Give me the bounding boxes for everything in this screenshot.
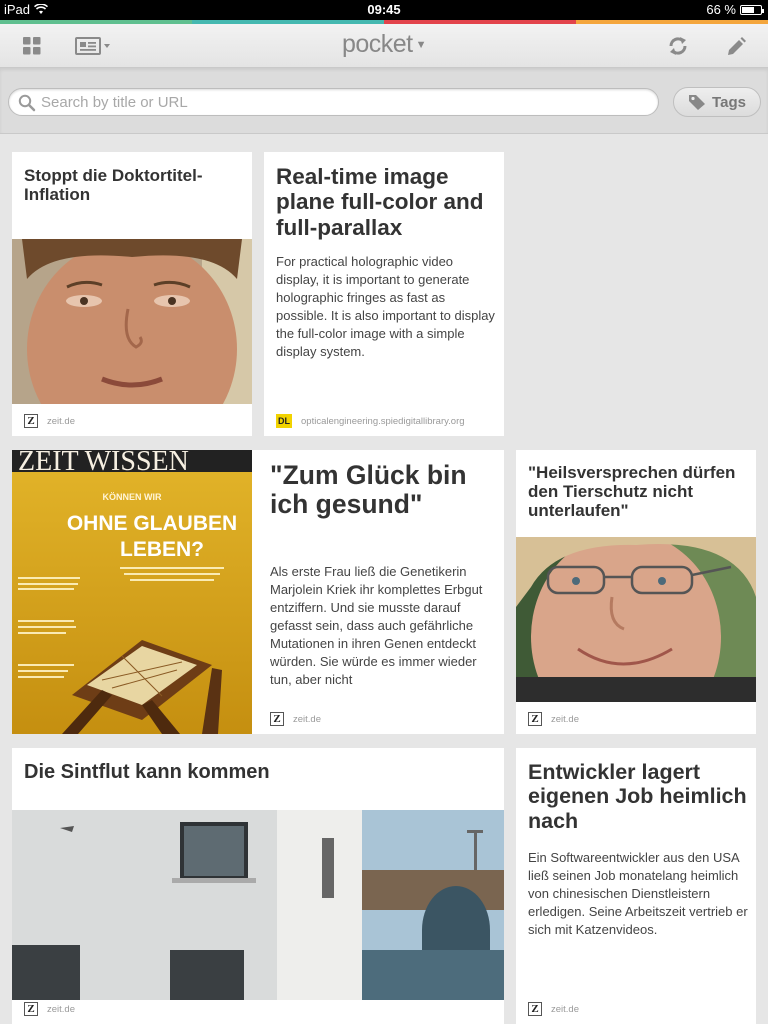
article-source: Z zeit.de — [528, 712, 579, 726]
battery-icon — [740, 4, 764, 15]
article-excerpt: For practical holographic video display,… — [276, 254, 495, 359]
status-bar: iPad 09:45 66 % — [0, 0, 768, 20]
zeit-logo-icon: Z — [528, 1002, 542, 1016]
search-bar-area: Tags — [0, 68, 768, 134]
article-image — [12, 810, 504, 1000]
search-input[interactable] — [41, 92, 641, 112]
article-card[interactable]: Entwickler lagert eigenen Job heimlich n… — [516, 748, 756, 1024]
article-card[interactable]: ZEIT WISSEN KÖNNEN WIR OHNE GLAUBEN LEBE… — [12, 450, 504, 734]
article-excerpt: Als erste Frau ließ die Genetikerin Marj… — [270, 564, 483, 687]
article-source: Z zeit.de — [24, 1002, 75, 1016]
search-field[interactable] — [8, 88, 659, 116]
tags-button[interactable]: Tags — [673, 87, 761, 117]
article-card[interactable]: Die Sintflut kann kommen Z zeit.de — [12, 748, 504, 1024]
article-image — [516, 537, 756, 702]
cover-headline-1: KÖNNEN WIR — [103, 492, 162, 502]
clock: 09:45 — [367, 2, 401, 17]
article-image: ZEIT WISSEN KÖNNEN WIR OHNE GLAUBEN LEBE… — [12, 450, 252, 734]
source-domain: zeit.de — [551, 1003, 579, 1015]
article-source: Z zeit.de — [528, 1002, 579, 1016]
article-title: "Heilsversprechen dürfen den Tierschutz … — [528, 463, 736, 521]
article-source: Z zeit.de — [24, 414, 75, 428]
battery-percent: 66 % — [706, 2, 736, 17]
list-view-icon[interactable] — [74, 34, 116, 58]
article-title: Entwickler lagert eigenen Job heimlich n… — [528, 760, 747, 833]
article-card[interactable]: Stoppt die Doktortitel-Inflation Z zeit.… — [12, 152, 252, 436]
cover-headline-3: LEBEN? — [120, 538, 204, 561]
article-title: "Zum Glück bin ich gesund" — [270, 460, 467, 520]
article-card[interactable]: Real-time image plane full-color and ful… — [264, 152, 504, 436]
status-right: 66 % — [706, 2, 764, 17]
article-image — [12, 239, 252, 404]
article-source: Z zeit.de — [270, 712, 321, 726]
zeit-logo-icon: Z — [270, 712, 284, 726]
article-title: Stoppt die Doktortitel-Inflation — [24, 166, 203, 205]
tags-button-label: Tags — [712, 93, 746, 111]
article-source: DL opticalengineering.spiedigitallibrary… — [276, 414, 465, 428]
source-domain: zeit.de — [47, 1003, 75, 1015]
toolbar: pocket ▼ — [0, 24, 768, 68]
cover-headline-2: OHNE GLAUBEN — [67, 512, 237, 535]
logo-caret-icon[interactable]: ▼ — [416, 39, 427, 51]
article-card[interactable]: "Heilsversprechen dürfen den Tierschutz … — [516, 450, 756, 734]
zeit-logo-icon: Z — [24, 1002, 38, 1016]
article-title: Die Sintflut kann kommen — [24, 761, 270, 783]
app-logo[interactable]: pocket — [342, 30, 413, 58]
article-title: Real-time image plane full-color and ful… — [276, 164, 484, 240]
digital-library-logo-icon: DL — [276, 414, 292, 428]
magazine-masthead: ZEIT WISSEN — [18, 450, 189, 477]
source-domain: opticalengineering.spiedigitallibrary.or… — [301, 415, 465, 427]
grid-view-icon[interactable] — [19, 34, 45, 58]
source-domain: zeit.de — [47, 415, 75, 427]
zeit-logo-icon: Z — [528, 712, 542, 726]
edit-icon[interactable] — [723, 34, 749, 58]
tag-icon — [689, 95, 706, 110]
source-domain: zeit.de — [293, 713, 321, 725]
source-domain: zeit.de — [551, 713, 579, 725]
zeit-logo-icon: Z — [24, 414, 38, 428]
sync-icon[interactable] — [665, 34, 691, 58]
search-icon — [18, 94, 36, 112]
article-excerpt: Ein Softwareentwickler aus den USA ließ … — [528, 850, 748, 937]
